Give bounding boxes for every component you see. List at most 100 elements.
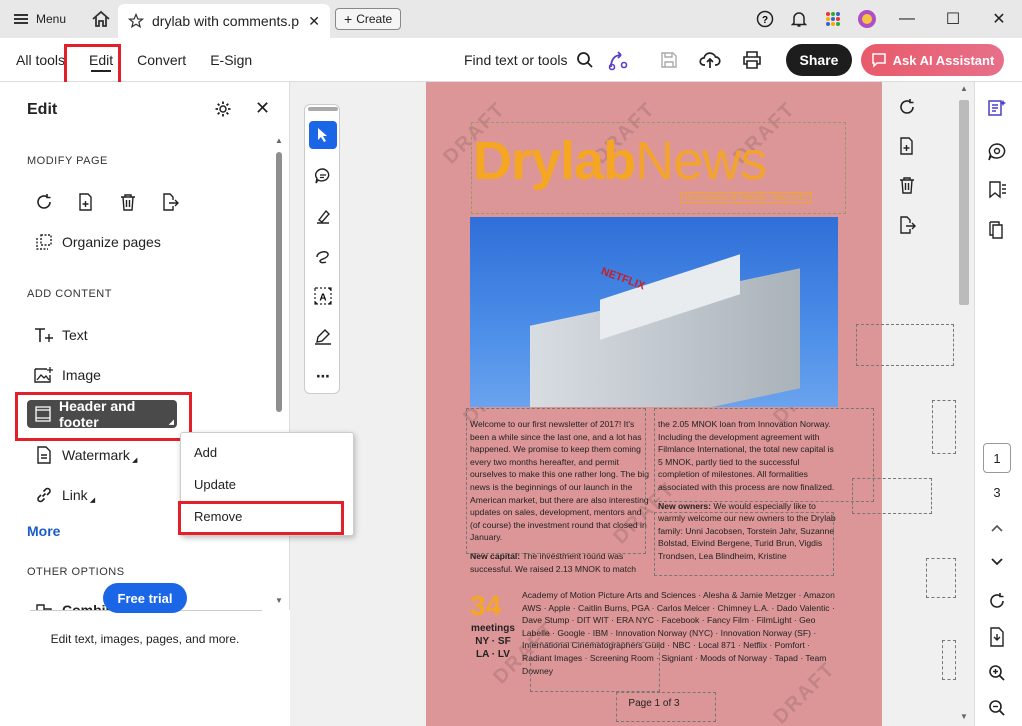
- scroll-up-icon[interactable]: ▲: [275, 136, 283, 145]
- trash-icon[interactable]: [118, 192, 138, 212]
- bookmarks-icon[interactable]: [985, 178, 1009, 202]
- chevron-down-icon[interactable]: [985, 550, 1009, 574]
- more-tools-icon[interactable]: ⋯: [309, 362, 337, 390]
- ai-assistant-label: Ask AI Assistant: [892, 52, 995, 68]
- zoom-out-icon[interactable]: [985, 696, 1009, 720]
- close-panel-icon[interactable]: ✕: [255, 98, 270, 119]
- more-link[interactable]: More: [27, 523, 60, 539]
- ai-tools-icon[interactable]: [606, 48, 630, 72]
- rotate-page-icon[interactable]: [896, 96, 918, 118]
- organize-pages-item[interactable]: Organize pages: [34, 232, 161, 252]
- rotate-icon[interactable]: [34, 192, 54, 212]
- star-icon[interactable]: [128, 13, 144, 29]
- netflix-sign: NETFLIX: [599, 265, 647, 293]
- image-add-icon: [34, 365, 54, 385]
- copy-pages-icon[interactable]: [985, 218, 1009, 242]
- document-page[interactable]: DRAFT DRAFT DRAFT DRAFT DRAFT DRAFT DRAF…: [426, 82, 882, 726]
- highlight-tool-icon[interactable]: [309, 202, 337, 230]
- gear-icon[interactable]: [214, 100, 232, 118]
- save-icon[interactable]: [657, 48, 681, 72]
- insert-page-icon[interactable]: [896, 135, 918, 157]
- masthead-news: News: [635, 131, 767, 191]
- add-image-item[interactable]: Image: [34, 365, 101, 385]
- zoom-in-icon[interactable]: [985, 661, 1009, 685]
- page-fit-icon[interactable]: [985, 625, 1009, 649]
- share-button[interactable]: Share: [786, 44, 852, 76]
- footer-text: Edit text, images, pages, and more.: [50, 632, 240, 646]
- refresh-icon[interactable]: [985, 589, 1009, 613]
- svg-text:A: A: [319, 293, 326, 304]
- menu-item-add[interactable]: Add: [194, 445, 217, 460]
- hamburger-icon: [14, 14, 28, 24]
- cities-line: NY · SF: [475, 636, 511, 647]
- submenu-corner-icon: ◢: [131, 457, 138, 464]
- text-region: [654, 512, 834, 576]
- help-icon[interactable]: ?: [748, 0, 782, 38]
- text-region: [466, 408, 646, 554]
- link-item[interactable]: Link ◢: [34, 485, 95, 505]
- page-tools-column: [852, 82, 956, 726]
- comment-tool-icon[interactable]: [309, 162, 337, 190]
- scroll-down-icon[interactable]: ▼: [960, 712, 968, 721]
- watermark-label: Watermark: [62, 447, 130, 463]
- masthead: DrylabNews: [473, 130, 767, 192]
- watermark-icon: [34, 445, 54, 465]
- cities-line: LA · LV: [476, 649, 510, 660]
- find-tools[interactable]: Find text or tools: [464, 38, 594, 82]
- ai-summary-icon[interactable]: [985, 96, 1009, 120]
- apps-icon[interactable]: [816, 0, 850, 38]
- link-icon: [34, 485, 54, 505]
- menu-item-update[interactable]: Update: [194, 477, 236, 492]
- delete-page-icon[interactable]: [896, 174, 918, 196]
- menu-label: Menu: [36, 12, 67, 26]
- current-page-input[interactable]: 1: [983, 443, 1011, 473]
- extract-page-icon[interactable]: [160, 192, 180, 212]
- tab-e-sign[interactable]: E-Sign: [198, 38, 264, 82]
- extract-page-icon[interactable]: [896, 214, 918, 236]
- free-trial-button[interactable]: Free trial: [103, 583, 187, 613]
- bell-icon[interactable]: [782, 0, 816, 38]
- close-window-icon[interactable]: ✕: [976, 0, 1022, 38]
- add-text-item[interactable]: Text: [34, 325, 88, 345]
- document-tab[interactable]: drylab with comments.p... ✕: [118, 4, 330, 38]
- text-add-icon: [34, 325, 54, 345]
- avatar[interactable]: [850, 0, 884, 38]
- total-pages: 3: [993, 485, 1001, 500]
- close-tab-icon[interactable]: ✕: [308, 13, 320, 30]
- meetings-block: meetings NY · SF LA · LV: [470, 622, 516, 661]
- scroll-down-icon[interactable]: ▼: [275, 596, 283, 605]
- maximize-icon[interactable]: ☐: [930, 0, 976, 38]
- sign-tool-icon[interactable]: [309, 322, 337, 350]
- select-tool-icon[interactable]: [309, 121, 337, 149]
- tab-convert[interactable]: Convert: [125, 38, 198, 82]
- comments-icon[interactable]: [985, 140, 1009, 164]
- text-region: [616, 692, 716, 722]
- panel-scroll-thumb[interactable]: [276, 152, 282, 412]
- ai-assistant-button[interactable]: Ask AI Assistant: [861, 44, 1004, 76]
- menu-button[interactable]: Menu: [0, 0, 80, 38]
- building-photo: NETFLIX: [470, 217, 838, 407]
- text-region: [856, 324, 954, 366]
- document-scroll-thumb[interactable]: [959, 100, 969, 305]
- meetings-count: 34: [470, 590, 502, 621]
- panel-footer: Edit text, images, pages, and more.: [0, 610, 290, 726]
- drag-handle[interactable]: [308, 107, 338, 111]
- scroll-up-icon[interactable]: ▲: [960, 84, 968, 93]
- print-icon[interactable]: [740, 48, 764, 72]
- submenu-corner-icon: ◢: [89, 497, 96, 504]
- text-region: [654, 408, 874, 502]
- chevron-up-icon[interactable]: [985, 516, 1009, 540]
- insert-page-icon[interactable]: [76, 192, 96, 212]
- text-box-tool-icon[interactable]: A: [309, 282, 337, 310]
- draw-tool-icon[interactable]: [309, 242, 337, 270]
- home-icon[interactable]: [90, 8, 112, 30]
- document-scrollbar[interactable]: ▲ ▼: [956, 82, 974, 726]
- window-controls: ? — ☐ ✕: [748, 0, 1022, 38]
- text-region: [530, 642, 660, 692]
- watermark-item[interactable]: Watermark ◢: [34, 445, 137, 465]
- create-button[interactable]: + Create: [335, 8, 402, 30]
- ai-assistant-icon: [871, 52, 887, 68]
- svg-text:?: ?: [762, 15, 768, 26]
- minimize-icon[interactable]: —: [884, 0, 930, 38]
- upload-cloud-icon[interactable]: [698, 48, 722, 72]
